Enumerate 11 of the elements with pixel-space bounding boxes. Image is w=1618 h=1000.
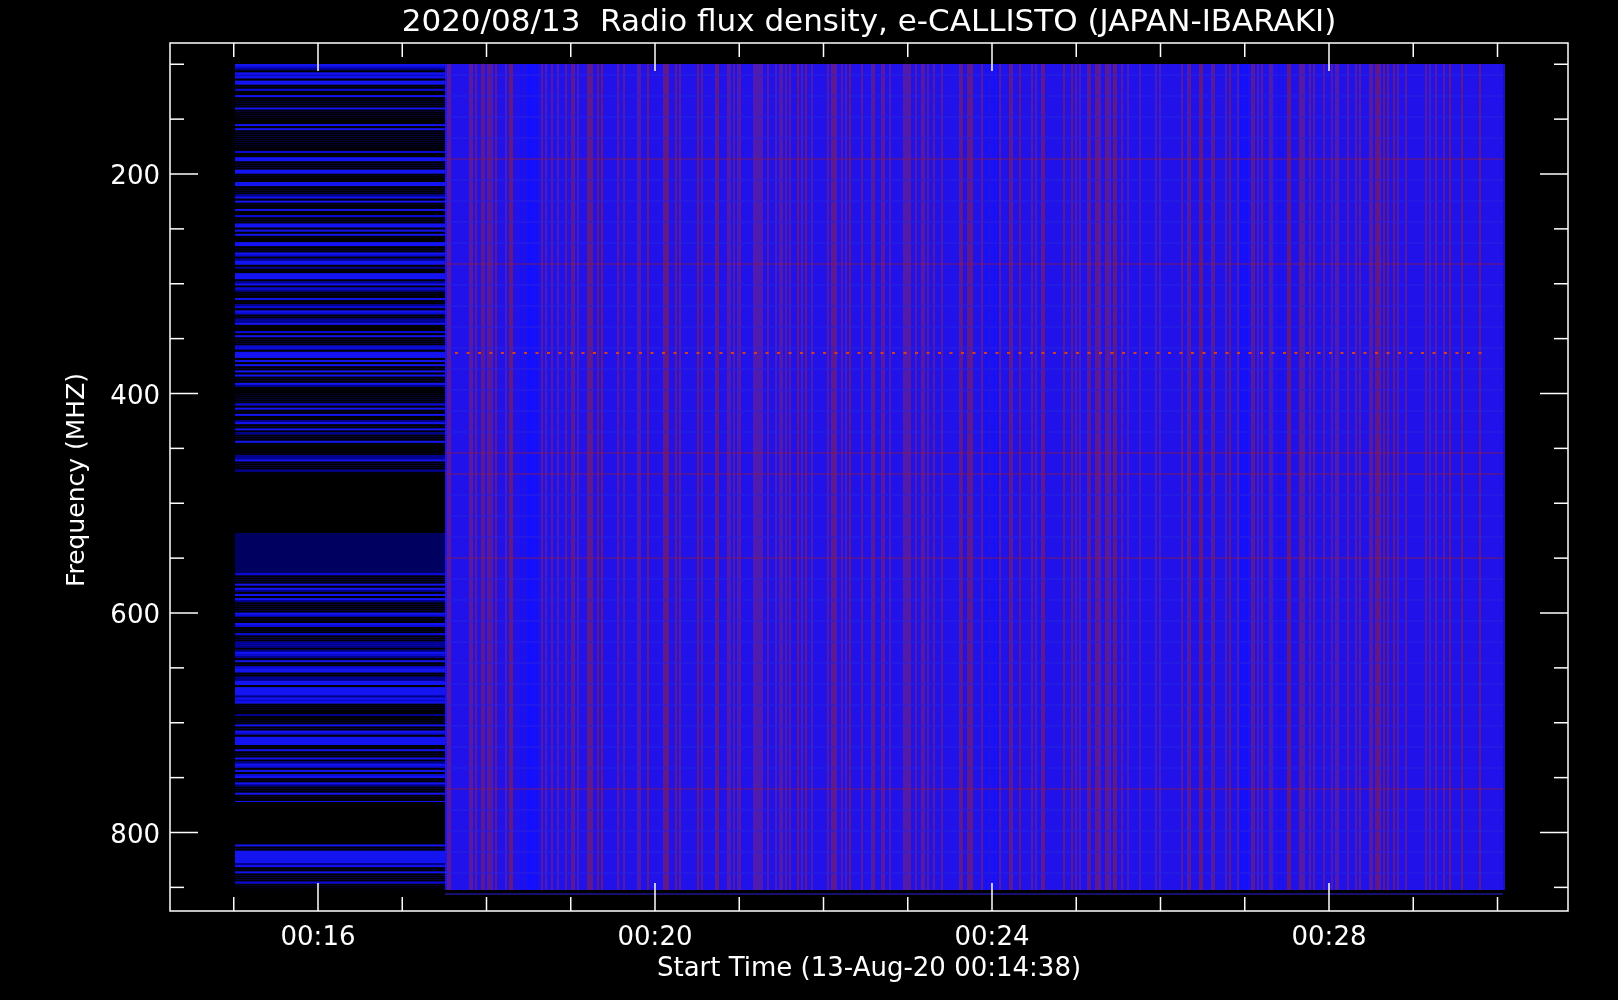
tick-label: 00:20: [617, 921, 693, 951]
tick-label: 00:28: [1291, 921, 1367, 951]
tick-label: 400: [110, 379, 160, 410]
tick-label: 00:16: [280, 921, 356, 951]
tick-label: 00:24: [954, 921, 1030, 951]
tick-label: 800: [110, 818, 160, 849]
axis-label: Frequency (MHZ): [61, 372, 90, 588]
chart-title: 2020/08/13 Radio flux density, e-CALLISTO (JAPAN-IBARAKI): [401, 2, 1337, 38]
axis-label: Start Time (13-Aug-20 00:14:38): [656, 952, 1082, 982]
tick-label: 600: [110, 599, 160, 629]
tick-label: 200: [110, 160, 160, 190]
